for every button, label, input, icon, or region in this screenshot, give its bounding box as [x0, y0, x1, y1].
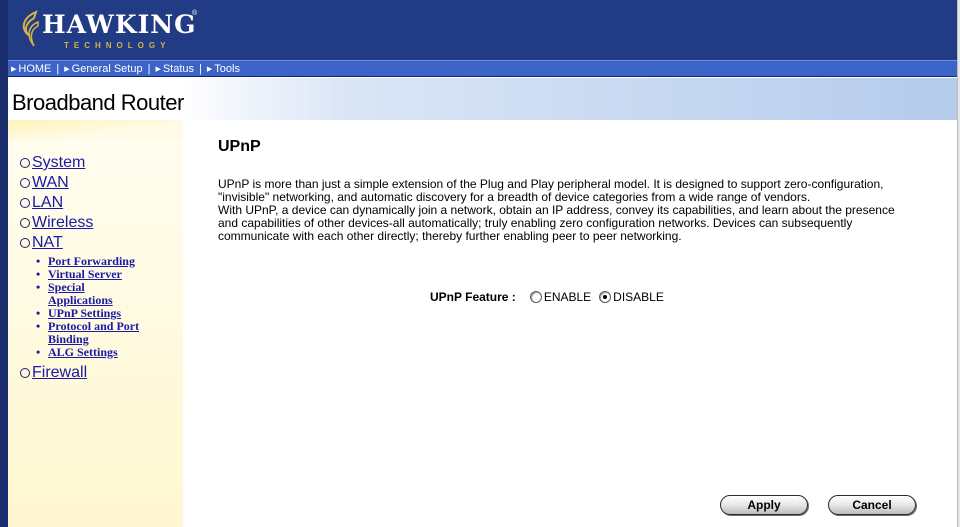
- sidebar-item-lan[interactable]: LAN: [20, 193, 168, 213]
- nav-arrow-icon: ▶: [155, 65, 161, 73]
- nav-tools[interactable]: ▶ Tools: [207, 63, 240, 75]
- sidebar-menu: System WAN LAN Wireless NAT • Port Forwar…: [20, 153, 168, 383]
- enable-radio-label: ENABLE: [543, 290, 592, 304]
- sidebar: System WAN LAN Wireless NAT • Port Forwar…: [8, 120, 183, 527]
- sidebar-item-nat[interactable]: NAT: [20, 233, 168, 253]
- sidebar-item-wireless[interactable]: Wireless: [20, 213, 168, 233]
- sidebar-item-label[interactable]: Firewall: [32, 363, 87, 383]
- bullet-icon: •: [36, 345, 41, 359]
- apply-button[interactable]: Apply: [720, 495, 808, 515]
- sidebar-item-wan[interactable]: WAN: [20, 173, 168, 193]
- disable-radio[interactable]: [599, 291, 612, 303]
- sidebar-item-label[interactable]: System: [32, 153, 85, 173]
- nav-arrow-icon: ▶: [206, 65, 213, 73]
- submenu-item-protocol-port-binding[interactable]: • Protocol and Port Binding: [36, 320, 168, 346]
- upnp-feature-row: UPnP Feature : ENABLE DISABLE: [430, 290, 672, 304]
- upnp-enable-option[interactable]: ENABLE: [529, 290, 592, 304]
- sidebar-item-label[interactable]: WAN: [32, 173, 69, 193]
- submenu-link[interactable]: Special Applications: [48, 281, 138, 307]
- page-header-title: Broadband Router: [12, 90, 184, 115]
- nav-home-label: HOME: [18, 62, 52, 75]
- page-title: UPnP: [218, 138, 261, 155]
- cancel-button[interactable]: Cancel: [828, 495, 916, 515]
- circle-bullet-icon: [20, 368, 30, 378]
- nav-general-setup[interactable]: ▶ General Setup: [64, 63, 142, 75]
- nat-submenu: • Port Forwarding • Virtual Server • Specia…: [36, 253, 168, 359]
- enable-radio[interactable]: [529, 291, 542, 303]
- window-frame-left: [0, 0, 8, 527]
- circle-bullet-icon: [20, 198, 30, 208]
- logo-tagline: TECHNOLOGY: [64, 41, 171, 50]
- upnp-feature-label: UPnP Feature :: [430, 290, 516, 304]
- circle-bullet-icon: [20, 238, 30, 248]
- hawk-swoosh-icon: [22, 10, 39, 47]
- submenu-link[interactable]: ALG Settings: [48, 346, 168, 359]
- upnp-disable-option[interactable]: DISABLE: [599, 290, 664, 304]
- submenu-link[interactable]: Protocol and Port Binding: [48, 320, 160, 346]
- circle-bullet-icon: [20, 218, 30, 228]
- top-nav: ▶ HOME | ▶ General Setup | ▶ Status | ▶ Tool…: [8, 60, 957, 77]
- upnp-description: UPnP is more than just a simple extensio…: [218, 178, 938, 243]
- header-banner: HAWKING ® TECHNOLOGY: [8, 0, 957, 60]
- nav-status-label: Status: [162, 62, 195, 75]
- logo-registered-mark: ®: [192, 10, 198, 17]
- sidebar-item-label[interactable]: LAN: [32, 193, 63, 213]
- nav-status[interactable]: ▶ Status: [155, 63, 194, 75]
- nav-tools-label: Tools: [214, 62, 240, 75]
- submenu-item-alg-settings[interactable]: • ALG Settings: [36, 346, 168, 359]
- disable-radio-label: DISABLE: [613, 290, 664, 304]
- main-content: UPnP UPnP is more than just a simple ext…: [218, 138, 938, 243]
- nav-separator: |: [147, 62, 151, 75]
- bullet-icon: •: [36, 319, 41, 333]
- logo-wordmark: HAWKING: [42, 10, 197, 39]
- hawking-logo: HAWKING ® TECHNOLOGY: [14, 6, 214, 54]
- title-bar: Broadband Router: [8, 78, 957, 120]
- sidebar-top-accent: [8, 120, 183, 140]
- circle-bullet-icon: [20, 158, 30, 168]
- nav-home[interactable]: ▶ HOME: [11, 63, 51, 75]
- nav-separator: |: [199, 62, 202, 75]
- nav-general-setup-label: General Setup: [71, 62, 143, 75]
- sidebar-item-label[interactable]: NAT: [32, 233, 63, 253]
- sidebar-item-label[interactable]: Wireless: [32, 213, 93, 233]
- nav-arrow-icon: ▶: [11, 65, 17, 73]
- nav-separator: |: [56, 62, 60, 75]
- sidebar-item-firewall[interactable]: Firewall: [20, 363, 168, 383]
- circle-bullet-icon: [20, 178, 30, 188]
- nav-arrow-icon: ▶: [64, 65, 70, 73]
- sidebar-item-system[interactable]: System: [20, 153, 168, 173]
- bullet-icon: •: [36, 280, 41, 294]
- description-line: communicate with each other directly; th…: [218, 229, 682, 243]
- submenu-item-special-applications[interactable]: • Special Applications: [36, 281, 168, 307]
